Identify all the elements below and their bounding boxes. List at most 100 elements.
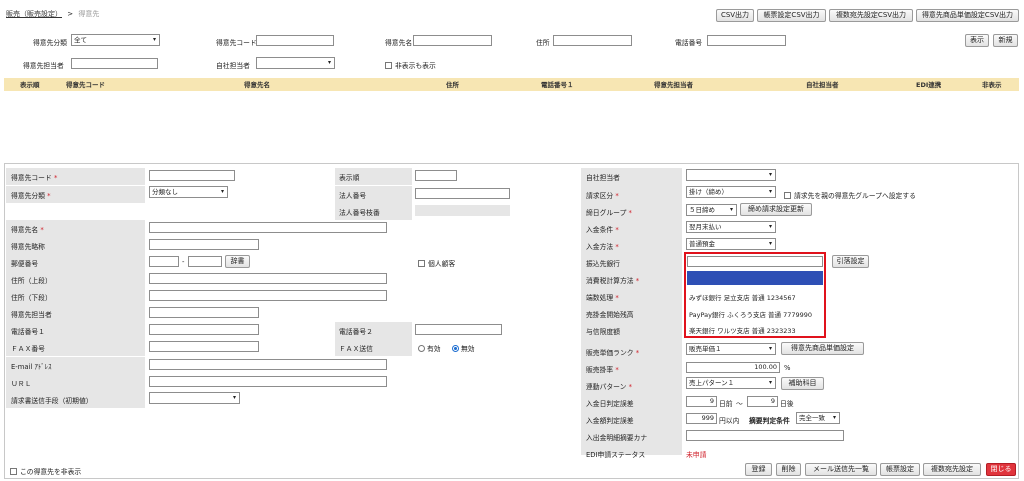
addr2-input[interactable] [149,290,387,301]
invoice-method-select[interactable] [149,392,240,404]
fax-off-radio[interactable]: 無効 [452,343,475,353]
amount-input[interactable]: 999 [686,413,717,424]
short-name-input[interactable] [149,239,259,250]
amount-tol-label: 入金額判定誤差 [586,417,634,425]
bank-option[interactable]: 楽天銀行 ワルツ支店 普通 2323233 [689,325,796,335]
phone1-input[interactable] [149,324,259,335]
search-phone-input[interactable] [707,35,786,46]
table-header [4,78,1019,91]
col-hidden[interactable]: 非表示 [982,80,1002,90]
debit-setting-button[interactable]: 引落設定 [832,255,869,268]
col-rep[interactable]: 得意先担当者 [654,80,693,90]
aux-account-button[interactable]: 補助科目 [781,377,824,390]
search-address-input[interactable] [553,35,632,46]
billing-select[interactable]: 掛け（締め） [686,186,776,198]
fax-send-label: ＦＡＸ送信 [339,345,373,353]
col-own-rep[interactable]: 自社担当者 [806,80,839,90]
csv-export-button[interactable]: CSV出力 [716,9,754,22]
search-own-rep-select[interactable] [256,57,335,69]
sales-rate-input[interactable]: 100.00 [686,362,780,373]
date-tol-label: 入金日判定誤差 [586,400,634,408]
corp-branch-field [415,205,510,216]
radio-icon [418,345,425,352]
billing-group-label: 請求先を親の得意先グループへ設定する [794,192,916,200]
product-price-csv-export-button[interactable]: 得意先商品単価設定CSV出力 [916,9,1019,22]
edi-label: EDI申請ステータス [586,451,646,459]
email-label: E-mail ｱﾄﾞﾚｽ [11,363,52,371]
multi-address-csv-export-button[interactable]: 複数宛先設定CSV出力 [829,9,913,22]
search-name-input[interactable] [413,35,492,46]
date-before-unit: 日前 [719,400,733,408]
dictionary-button[interactable]: 辞書 [225,255,250,268]
hide-customer-checkbox[interactable]: この得意先を非表示 [10,466,81,476]
rep-label: 得意先担当者 [11,311,52,319]
sales-rate-label: 販売掛率 * [586,366,619,374]
show-hidden-checkbox[interactable]: 非表示も表示 [385,60,436,70]
display-order-input[interactable] [415,170,457,181]
name-input[interactable] [149,222,387,233]
breadcrumb-current: 得意先 [78,10,100,18]
col-address[interactable]: 住所 [446,80,459,90]
show-button[interactable]: 表示 [965,34,989,47]
own-rep-select[interactable] [686,169,776,181]
col-edi[interactable]: EDI連携 [916,80,941,90]
payment-method-select[interactable]: 普通預金 [686,238,776,250]
rep-input[interactable] [149,307,259,318]
phone2-input[interactable] [415,324,502,335]
price-rank-select[interactable]: 販売単価１ [686,343,776,355]
fax-on-radio[interactable]: 有効 [418,343,441,353]
delete-button[interactable]: 削除 [776,463,801,476]
summary-cond-select[interactable]: 完全一致 [796,412,840,424]
fax-label: ＦＡＸ番号 [11,345,45,353]
url-input[interactable] [149,376,387,387]
search-code-input[interactable] [256,35,334,46]
hide-customer-label: この得意先を非表示 [20,468,82,476]
mail-list-button[interactable]: メール送信先一覧 [805,463,877,476]
product-price-setting-button[interactable]: 得意先商品単価設定 [781,342,864,355]
sales-rate-unit: % [784,364,791,372]
billing-group-checkbox[interactable]: 請求先を親の得意先グループへ設定する [784,190,916,200]
close-button[interactable]: 閉じる [986,463,1016,476]
register-button[interactable]: 登録 [745,463,772,476]
col-code[interactable]: 得意先コード [66,80,105,90]
code-input[interactable] [149,170,235,181]
link-pattern-label: 連動パターン * [586,383,633,391]
closing-group-select[interactable]: ５日締め [686,204,737,216]
zip2-input[interactable] [188,256,222,267]
payment-cond-select[interactable]: 翌月末払い [686,221,776,233]
phone2-label: 電話番号２ [339,328,373,336]
search-category-select[interactable]: 全て [71,34,160,46]
bank-dropdown-field[interactable] [687,256,823,267]
addr1-input[interactable] [149,273,387,284]
fax-input[interactable] [149,341,259,352]
kana-input[interactable] [686,430,844,441]
col-phone1[interactable]: 電話番号１ [541,80,574,90]
date-before-input[interactable]: 9 [686,396,717,407]
detail-form-panel [4,163,1019,479]
url-label: ＵＲＬ [11,380,32,388]
credit-label: 与信限度額 [586,328,620,336]
breadcrumb-parent[interactable]: 販売（販売設定） [6,10,62,18]
email-input[interactable] [149,359,387,370]
report-setting-button[interactable]: 帳票設定 [880,463,920,476]
report-csv-export-button[interactable]: 帳票設定CSV出力 [757,9,826,22]
new-button[interactable]: 新規 [993,34,1018,47]
col-name[interactable]: 得意先名 [244,80,270,90]
date-after-input[interactable]: 9 [747,396,778,407]
corp-no-input[interactable] [415,188,510,199]
breadcrumb-sep: > [67,10,74,18]
fax-off-label: 無効 [461,345,475,353]
code-label: 得意先コード * [11,174,58,182]
search-rep-input[interactable] [71,58,158,69]
individual-checkbox[interactable]: 個人顧客 [418,258,455,268]
bank-option-empty[interactable] [687,271,823,285]
multi-address-setting-button[interactable]: 複数宛先設定 [923,463,981,476]
zip1-input[interactable] [149,256,179,267]
col-display-order[interactable]: 表示順 [20,80,40,90]
bank-option[interactable]: みずほ銀行 足立支店 普通 1234567 [689,292,796,302]
closing-update-button[interactable]: 締め請求設定更新 [740,203,812,216]
bank-option[interactable]: PayPay銀行 ふくろう支店 普通 7779990 [689,309,812,319]
link-pattern-select[interactable]: 売上パターン１ [686,377,776,389]
category-select[interactable]: 分類なし [149,186,228,198]
closing-group-label: 締日グループ * [586,209,632,217]
